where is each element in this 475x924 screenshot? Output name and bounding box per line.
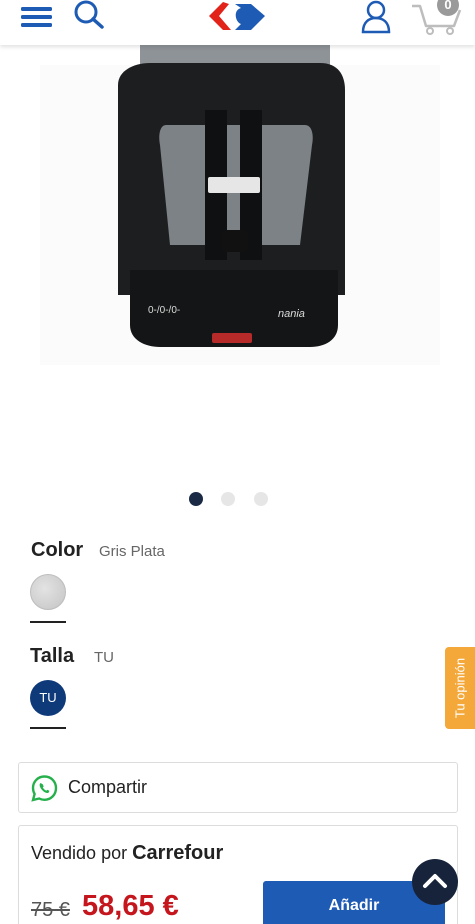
search-icon[interactable] xyxy=(72,0,106,30)
current-price: 58,65 € xyxy=(82,890,179,922)
feedback-tab-label: Tu opinión xyxy=(452,657,468,719)
seller-name[interactable]: Carrefour xyxy=(132,842,223,864)
size-swatch-tu[interactable]: TU xyxy=(30,680,66,716)
carousel-dot-3[interactable] xyxy=(254,492,268,506)
size-label: Talla xyxy=(30,645,75,667)
share-label: Compartir xyxy=(68,777,148,797)
account-icon[interactable] xyxy=(359,0,393,34)
scroll-to-top-button[interactable] xyxy=(412,859,458,905)
sold-by: Vendido por Carrefour xyxy=(31,842,223,865)
svg-text:nania: nania xyxy=(278,308,305,320)
color-swatch-gris-plata[interactable] xyxy=(30,574,66,610)
car-seat-image: 0-/0-/0- nania xyxy=(40,45,440,365)
size-selected-indicator xyxy=(30,727,66,729)
color-value: Gris Plata xyxy=(99,543,165,560)
svg-text:0-/0-/0-: 0-/0-/0- xyxy=(148,305,180,316)
whatsapp-icon xyxy=(31,775,58,802)
seller-price-box: Vendido por Carrefour 75 € 58,65 € Añadi… xyxy=(18,825,458,924)
carrefour-logo[interactable] xyxy=(205,0,269,34)
old-price: 75 € xyxy=(31,899,70,921)
product-image[interactable]: 0-/0-/0- nania xyxy=(0,45,475,475)
chevron-up-icon xyxy=(423,874,447,888)
share-button[interactable]: Compartir xyxy=(18,762,458,813)
sold-by-prefix: Vendido por xyxy=(31,843,128,863)
color-label: Color xyxy=(31,539,84,561)
feedback-tab[interactable]: Tu opinión xyxy=(445,647,475,729)
carousel-dot-2[interactable] xyxy=(221,492,235,506)
menu-icon[interactable] xyxy=(20,3,54,29)
top-header: 0 xyxy=(0,0,475,45)
color-selected-indicator xyxy=(30,621,66,623)
carousel-dot-1[interactable] xyxy=(189,492,203,506)
size-value: TU xyxy=(94,649,114,666)
carousel-dots xyxy=(0,492,475,508)
